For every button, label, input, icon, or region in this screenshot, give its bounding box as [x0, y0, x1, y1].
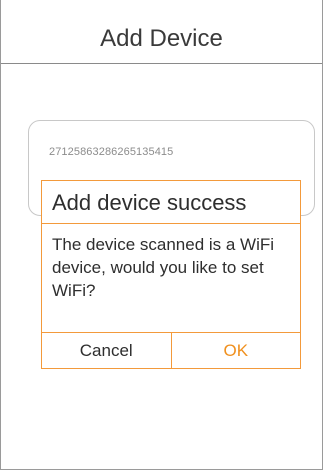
device-code-value: 27125863286265135415 — [49, 146, 174, 158]
cancel-button[interactable]: Cancel — [42, 333, 172, 368]
add-device-screen: Add Device 27125863286265135415 Add devi… — [0, 0, 323, 470]
ok-button[interactable]: OK — [171, 333, 300, 368]
page-title: Add Device — [100, 25, 223, 52]
dialog-title: Add device success — [52, 190, 247, 215]
dialog-title-bar: Add device success — [42, 181, 300, 224]
dialog-button-row: Cancel OK — [42, 332, 300, 368]
success-dialog: Add device success The device scanned is… — [41, 180, 301, 369]
dialog-message: The device scanned is a WiFi device, wou… — [52, 235, 275, 300]
title-bar: Add Device — [1, 0, 322, 64]
